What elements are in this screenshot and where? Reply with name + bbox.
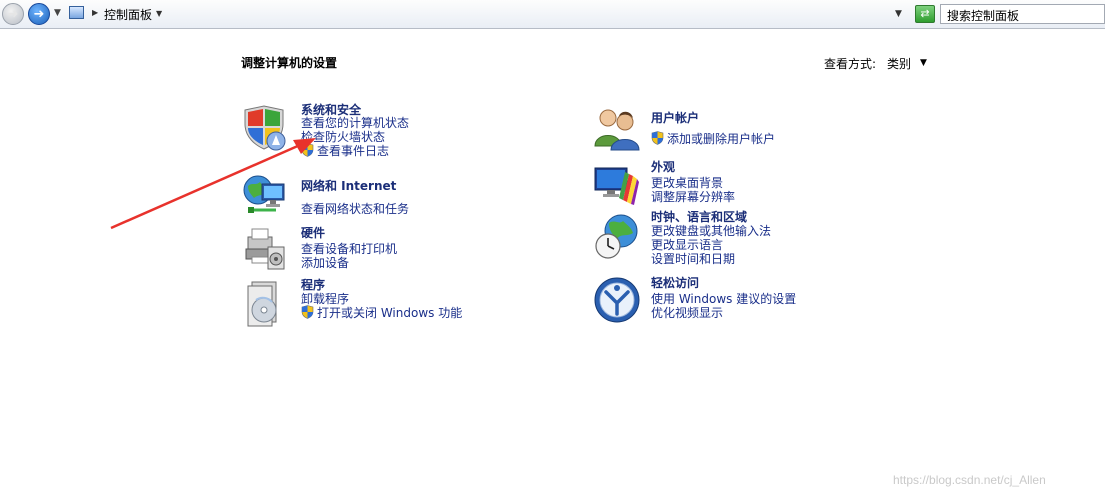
hardware-icon[interactable] xyxy=(242,225,290,273)
category-title-network-internet[interactable]: 网络和 Internet xyxy=(301,177,396,194)
back-arrow-icon: ➜ xyxy=(7,6,19,22)
category-title-ease-of-access[interactable]: 轻松访问 xyxy=(651,274,699,291)
ease-of-access-icon[interactable] xyxy=(593,276,641,324)
uac-shield-icon xyxy=(301,143,314,157)
watermark-text: https://blog.csdn.net/cj_Allen xyxy=(893,473,1046,487)
link-adjust-screen-resolution[interactable]: 调整屏幕分辨率 xyxy=(651,188,735,205)
category-title-hardware[interactable]: 硬件 xyxy=(301,224,325,241)
link-add-device[interactable]: 添加设备 xyxy=(301,254,349,271)
link-set-time-date[interactable]: 设置时间和日期 xyxy=(651,250,735,267)
annotation-arrow-icon xyxy=(110,138,316,230)
link-optimize-visual-display[interactable]: 优化视频显示 xyxy=(651,304,723,321)
control-panel-icon xyxy=(69,6,84,19)
forward-arrow-icon: ➜ xyxy=(33,6,45,22)
refresh-icon: ⇄ xyxy=(920,7,930,20)
history-dropdown-icon[interactable]: ▼ xyxy=(54,8,61,18)
link-view-event-logs[interactable]: 查看事件日志 xyxy=(317,142,389,159)
back-button[interactable]: ➜ xyxy=(2,3,24,25)
page-title: 调整计算机的设置 xyxy=(241,56,338,70)
view-by-label: 查看方式: xyxy=(824,57,877,71)
breadcrumb-control-panel[interactable]: 控制面板 xyxy=(104,6,152,23)
navigation-bar: ➜ ➜ ▼ ▶ 控制面板 ▼ ▼ ⇄ 搜索控制面板 xyxy=(0,0,1105,29)
network-icon[interactable] xyxy=(242,172,290,220)
breadcrumb-separator-icon[interactable]: ▶ xyxy=(92,8,98,17)
link-view-network-status[interactable]: 查看网络状态和任务 xyxy=(301,200,409,217)
uac-shield-icon xyxy=(301,305,314,319)
view-by-dropdown[interactable]: 类别 xyxy=(887,55,911,72)
link-add-remove-user-accounts[interactable]: 添加或删除用户帐户 xyxy=(667,130,775,147)
search-placeholder: 搜索控制面板 xyxy=(947,9,1020,23)
category-title-user-accounts[interactable]: 用户帐户 xyxy=(651,109,699,126)
uac-shield-icon xyxy=(651,131,664,145)
breadcrumb-dropdown-icon[interactable]: ▼ xyxy=(156,9,162,18)
address-dropdown-icon[interactable]: ▼ xyxy=(895,9,902,19)
programs-icon[interactable] xyxy=(242,280,290,328)
refresh-button[interactable]: ⇄ xyxy=(915,5,935,23)
search-input[interactable]: 搜索控制面板 xyxy=(940,4,1105,24)
category-title-appearance[interactable]: 外观 xyxy=(651,158,675,175)
link-turn-windows-features[interactable]: 打开或关闭 Windows 功能 xyxy=(317,304,462,321)
system-security-icon[interactable] xyxy=(242,104,290,152)
appearance-icon[interactable] xyxy=(593,160,641,208)
forward-button[interactable]: ➜ xyxy=(28,3,50,25)
view-by-chevron-down-icon[interactable]: ▼ xyxy=(920,58,927,68)
clock-language-icon[interactable] xyxy=(593,213,641,261)
user-accounts-icon[interactable] xyxy=(593,104,641,152)
